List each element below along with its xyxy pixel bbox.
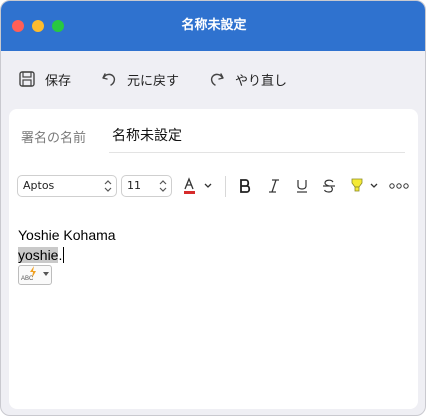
autocorrect-options-button[interactable]: ABC [18, 265, 52, 285]
strikethrough-button[interactable] [322, 177, 336, 195]
stepper-icon [159, 180, 167, 192]
stepper-icon [104, 180, 112, 192]
highlight-button[interactable] [350, 177, 380, 195]
font-size-value: 11 [127, 179, 141, 192]
underline-button[interactable] [295, 177, 309, 195]
toolbar-divider [225, 176, 226, 197]
dropdown-arrow-icon [43, 272, 49, 276]
redo-button[interactable]: やり直し [208, 67, 287, 91]
selected-text: yoshie [18, 247, 59, 263]
bold-button[interactable] [238, 177, 252, 195]
format-toolbar: Aptos 11 [17, 175, 412, 201]
undo-icon [102, 73, 116, 86]
signature-name-label: 署名の名前 [21, 131, 87, 146]
window-title: 名称未設定 [181, 18, 247, 33]
undo-label: 元に戻す [127, 73, 180, 89]
signature-name-field[interactable]: 名称未設定 [109, 119, 405, 153]
signature-window: 名称未設定 保存 元に戻す やり直し 署名の名前 名称未設定 Aptos 11 … [0, 0, 426, 416]
font-color-icon [184, 177, 212, 194]
italic-button[interactable] [267, 177, 281, 195]
redo-icon [210, 73, 224, 86]
highlighter-icon [351, 178, 378, 192]
font-family-select[interactable]: Aptos [17, 175, 117, 197]
title-bar[interactable]: 名称未設定 [1, 1, 425, 51]
undo-button[interactable]: 元に戻す [100, 67, 179, 91]
text-caret [63, 247, 65, 263]
more-button[interactable] [389, 177, 409, 195]
save-button[interactable]: 保存 [18, 67, 71, 91]
bold-icon [240, 179, 251, 193]
autocorrect-label: ABC [21, 276, 34, 282]
signature-line: Yoshie Kohama [18, 227, 116, 243]
italic-icon [269, 179, 279, 193]
toolbar: 保存 元に戻す やり直し [1, 51, 425, 107]
font-family-value: Aptos [23, 179, 55, 192]
line-text: . [58, 247, 63, 263]
redo-label: やり直し [235, 73, 288, 89]
signature-panel: 署名の名前 名称未設定 Aptos 11 Yoshie Kohama yoshi… [9, 109, 418, 409]
more-icon [389, 183, 409, 189]
save-icon [19, 71, 35, 87]
strikethrough-icon [323, 179, 335, 193]
save-label: 保存 [45, 73, 72, 89]
font-color-button[interactable] [181, 177, 215, 195]
signature-line: yoshie. [18, 247, 65, 263]
underline-icon [297, 180, 307, 193]
font-size-select[interactable]: 11 [121, 175, 172, 197]
